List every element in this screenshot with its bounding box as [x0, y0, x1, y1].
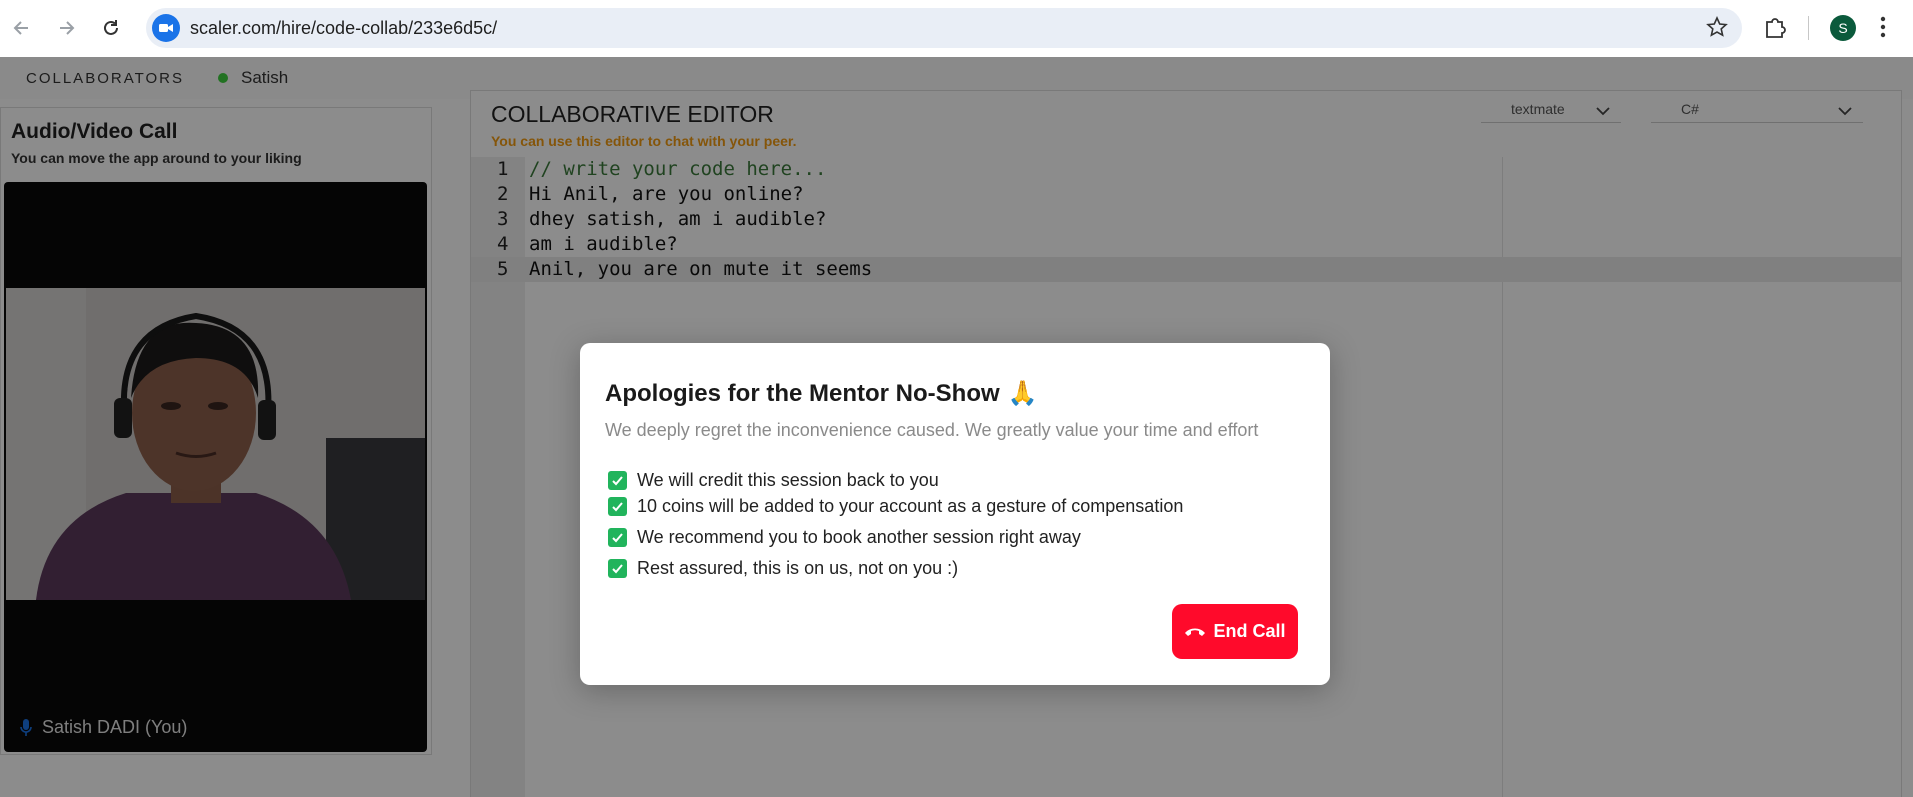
extensions-puzzle-icon[interactable] — [1762, 14, 1788, 45]
end-call-button[interactable]: End Call — [1172, 604, 1298, 659]
address-bar[interactable]: scaler.com/hire/code-collab/233e6d5c/ — [146, 8, 1742, 48]
list-item: Rest assured, this is on us, not on you … — [608, 558, 958, 579]
back-button[interactable] — [8, 14, 36, 42]
list-item: 10 coins will be added to your account a… — [608, 496, 1183, 517]
dialog-title-text: Apologies for the Mentor No-Show — [605, 379, 1000, 407]
toolbar-divider — [1808, 16, 1809, 40]
list-item-text: 10 coins will be added to your account a… — [637, 496, 1184, 516]
list-item: We will credit this session back to you — [608, 470, 939, 491]
list-item-text: We recommend you to book another session… — [637, 527, 1081, 547]
mentor-no-show-dialog: Apologies for the Mentor No-Show 🙏 We de… — [580, 343, 1330, 685]
url-text: scaler.com/hire/code-collab/233e6d5c/ — [190, 18, 498, 38]
checkmark-icon — [608, 497, 627, 516]
phone-hangup-icon — [1185, 628, 1206, 636]
list-item-text: Rest assured, this is on us, not on you … — [637, 558, 959, 578]
reload-button[interactable] — [97, 14, 125, 42]
checkmark-icon — [608, 559, 627, 578]
praying-hands-icon: 🙏 — [1007, 380, 1038, 407]
camera-icon — [152, 14, 180, 42]
profile-avatar[interactable]: S — [1830, 15, 1856, 41]
end-call-label: End Call — [1213, 621, 1286, 641]
browser-menu-icon[interactable] — [1878, 14, 1888, 45]
reload-icon — [104, 20, 118, 35]
checkmark-icon — [608, 471, 627, 490]
forward-button[interactable] — [52, 14, 80, 42]
back-arrow-icon — [13, 21, 28, 35]
list-item-text: We will credit this session back to you — [637, 470, 939, 490]
checkmark-icon — [608, 528, 627, 547]
dialog-subtitle: We deeply regret the inconvenience cause… — [605, 420, 1259, 440]
bookmark-star-icon[interactable] — [1706, 16, 1728, 43]
list-item: We recommend you to book another session… — [608, 527, 1081, 548]
forward-arrow-icon — [60, 21, 75, 35]
browser-toolbar: scaler.com/hire/code-collab/233e6d5c/ S — [0, 0, 1913, 57]
dialog-title: Apologies for the Mentor No-Show 🙏 — [605, 379, 1038, 408]
